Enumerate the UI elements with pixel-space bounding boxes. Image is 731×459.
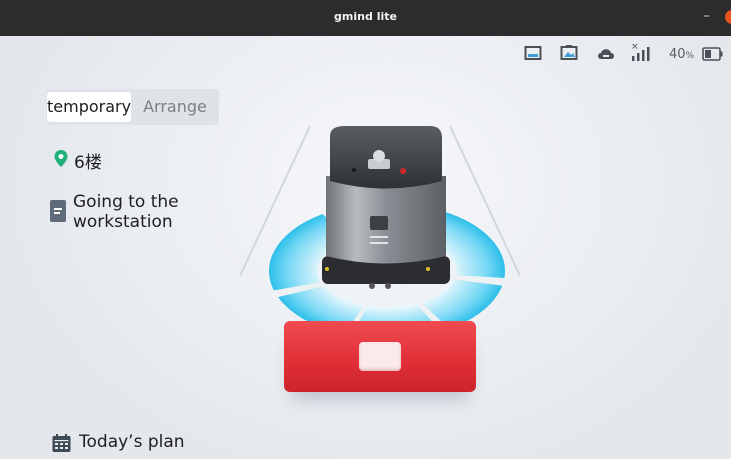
location-pin-icon [54, 150, 68, 172]
screen-icon [524, 44, 542, 66]
mode-arrange-tab[interactable]: Arrange [134, 92, 216, 122]
stop-icon [359, 342, 401, 371]
battery-icon [702, 46, 724, 65]
battery-level: 40% [669, 47, 694, 62]
robot-illustration [230, 86, 530, 339]
document-icon [50, 200, 66, 226]
battery-unit: % [685, 51, 695, 61]
title-bar: gmind lite – [0, 0, 731, 36]
window-title: gmind lite [334, 10, 397, 23]
stop-action-button[interactable] [284, 321, 476, 392]
mode-toggle: temporary Arrange [46, 89, 219, 125]
mode-temporary-tab[interactable]: temporary [47, 92, 131, 122]
cloud-icon [596, 44, 616, 66]
calendar-icon [52, 434, 71, 457]
location-floor: 6楼 [74, 153, 102, 173]
svg-text:×: × [631, 42, 639, 52]
task-status-text: Going to the workstation [73, 192, 179, 232]
signal-icon: × [630, 40, 654, 68]
battery-value: 40 [669, 47, 686, 62]
minimize-button[interactable]: – [703, 8, 710, 24]
main-content: × 40% temporary Arrange 6楼 Going to the … [0, 36, 731, 459]
screen-image-icon [560, 44, 578, 66]
todays-plan-label: Today’s plan [79, 432, 185, 452]
